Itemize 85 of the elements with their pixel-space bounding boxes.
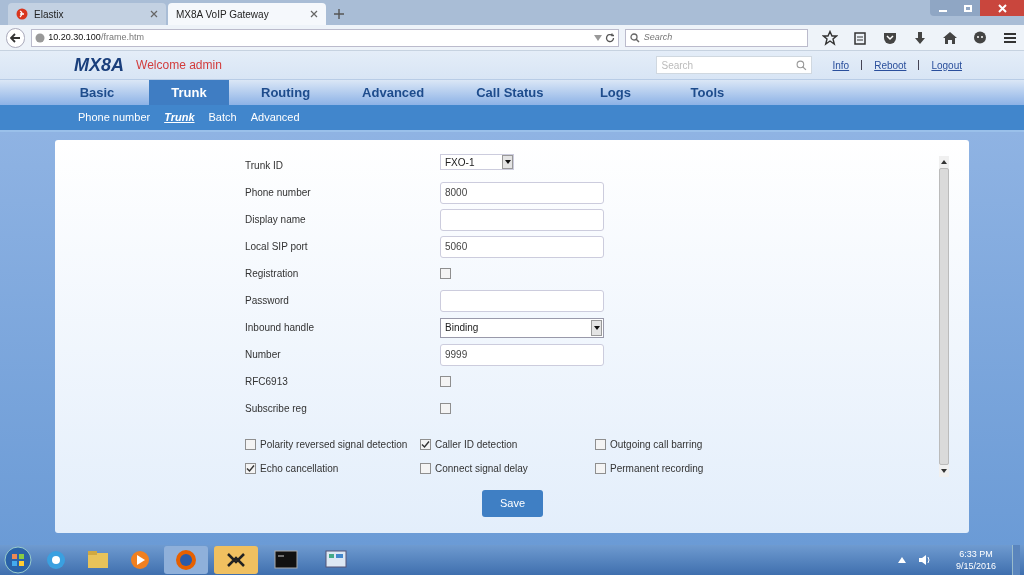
clock-time[interactable]: 6:33 PM xyxy=(959,548,993,560)
search-icon xyxy=(796,59,808,71)
header-link[interactable]: Logout xyxy=(931,57,962,73)
field-label: RFC6913 xyxy=(245,375,289,389)
back-arrow-icon xyxy=(10,32,22,43)
field-label: Registration xyxy=(245,267,300,281)
caret-icon xyxy=(502,155,513,169)
field-label: Local SIP port xyxy=(245,240,309,254)
close-icon[interactable] xyxy=(150,10,158,18)
header-link[interactable]: Reboot xyxy=(874,57,907,73)
checkbox[interactable] xyxy=(245,439,256,450)
checkbox-label: Caller ID detection xyxy=(435,438,518,452)
main-nav-tab[interactable]: Basic xyxy=(57,80,137,105)
speaker-icon[interactable] xyxy=(917,554,932,566)
checkbox[interactable] xyxy=(245,463,256,474)
field-label: Phone number xyxy=(245,186,312,200)
home-icon[interactable] xyxy=(942,29,958,46)
text-input[interactable]: 9999 xyxy=(440,343,604,366)
main-nav-tab[interactable]: Trunk xyxy=(149,80,229,105)
text-input[interactable] xyxy=(440,208,604,231)
tray-arrow-icon[interactable] xyxy=(897,557,906,563)
browser-tab[interactable]: MX8A VoIP Gateway xyxy=(168,3,326,25)
field-label: Password xyxy=(245,294,290,308)
main-nav-tab[interactable]: Tools xyxy=(667,80,748,105)
main-nav-tab[interactable]: Advanced xyxy=(342,80,445,105)
start-orb-icon[interactable] xyxy=(4,546,32,574)
flame-logo-icon xyxy=(16,8,28,20)
minimize-button[interactable] xyxy=(930,0,956,16)
scroll-down-icon xyxy=(941,469,947,473)
sub-nav-link[interactable]: Advanced xyxy=(250,109,300,126)
browser-search-field[interactable]: Search xyxy=(624,28,808,47)
clipboard-icon[interactable] xyxy=(852,29,868,46)
dropdown-icon[interactable] xyxy=(593,34,602,41)
checkbox-label: Echo cancellation xyxy=(260,462,339,476)
field-label: Number xyxy=(245,348,282,362)
url-text: 10.20.30.100/frame.htm xyxy=(48,30,144,44)
checkbox[interactable] xyxy=(595,439,606,450)
search-icon xyxy=(629,32,640,43)
header-link[interactable]: Info xyxy=(832,57,850,73)
globe-icon xyxy=(35,32,46,43)
checkbox-label: Connect signal delay xyxy=(435,462,528,476)
text-input[interactable]: 5060 xyxy=(440,235,604,258)
dropdown[interactable]: FXO-1 xyxy=(440,154,514,170)
logo: MX8A xyxy=(74,53,124,77)
checkbox-label: Outgoing call barring xyxy=(610,438,703,452)
clock-date[interactable]: 9/15/2016 xyxy=(955,560,996,572)
back-button[interactable] xyxy=(6,27,26,48)
field-label: Display name xyxy=(245,213,307,227)
download-icon[interactable] xyxy=(912,29,928,46)
checkbox[interactable] xyxy=(440,403,451,414)
text-input[interactable]: 8000 xyxy=(440,181,604,204)
checkbox[interactable] xyxy=(420,439,431,450)
main-nav-tab[interactable]: Logs xyxy=(575,80,656,105)
reload-icon[interactable] xyxy=(604,32,615,43)
dropdown[interactable]: Binding xyxy=(440,317,604,338)
field-label: Trunk ID xyxy=(245,159,284,173)
sub-nav-link[interactable]: Batch xyxy=(208,109,237,126)
save-button[interactable]: Save xyxy=(482,490,543,517)
checkbox[interactable] xyxy=(440,268,451,279)
caret-icon xyxy=(591,319,602,336)
main-nav-tab[interactable]: Routing xyxy=(241,80,331,105)
sub-nav-link[interactable]: Phone number xyxy=(78,109,151,126)
address-bar[interactable]: 10.20.30.100/frame.htm xyxy=(31,28,619,47)
close-window-button[interactable] xyxy=(980,0,1024,16)
restore-button[interactable] xyxy=(956,0,980,16)
chat-icon[interactable] xyxy=(972,29,988,46)
new-tab-icon[interactable] xyxy=(334,9,344,19)
scroll-up-icon xyxy=(941,160,947,164)
welcome-text: Welcome admin xyxy=(136,57,222,74)
close-icon xyxy=(997,3,1007,13)
firefox-icon[interactable] xyxy=(164,546,208,574)
checkbox[interactable] xyxy=(440,376,451,387)
checkbox-label: Permanent recording xyxy=(610,462,704,476)
field-label: Subscribe reg xyxy=(245,402,308,416)
field-label: Inbound handle xyxy=(245,321,315,335)
checkbox[interactable] xyxy=(420,463,431,474)
main-nav-tab[interactable]: Call Status xyxy=(456,80,564,105)
sub-nav-link[interactable]: Trunk xyxy=(164,109,195,126)
scrollbar[interactable] xyxy=(939,156,949,477)
close-icon[interactable] xyxy=(310,10,318,18)
star-icon[interactable] xyxy=(822,29,838,46)
checkbox[interactable] xyxy=(595,463,606,474)
text-input[interactable] xyxy=(440,289,604,312)
checkbox-label: Polarity reversed signal detection xyxy=(260,438,408,452)
browser-tab[interactable]: Elastix xyxy=(8,3,166,25)
